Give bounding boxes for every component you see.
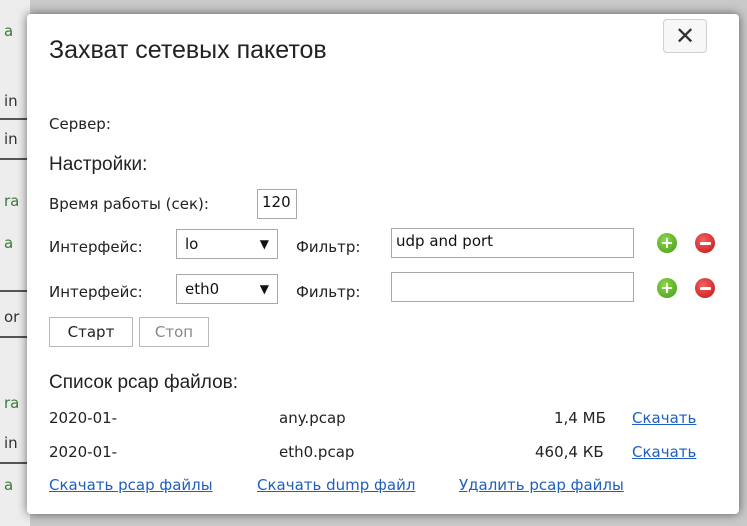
- file-name-prefix: 2020-01-: [49, 443, 118, 461]
- stop-button[interactable]: Стоп: [139, 317, 209, 347]
- interface-select[interactable]: eth0 ▼: [176, 274, 278, 304]
- filter-input[interactable]: udp and port: [391, 228, 634, 258]
- close-icon: ✕: [674, 22, 696, 50]
- interface-label: Интерфейс:: [49, 283, 143, 301]
- close-button[interactable]: ✕: [663, 19, 707, 53]
- caret-down-icon: ▼: [259, 237, 269, 251]
- runtime-label: Время работы (сек):: [49, 195, 209, 213]
- file-size: 460,4 КБ: [535, 443, 604, 461]
- download-file-link[interactable]: Скачать: [632, 409, 696, 427]
- background-divider: [0, 118, 30, 120]
- background-text: in: [4, 130, 18, 148]
- file-name-prefix: 2020-01-: [49, 409, 118, 427]
- server-label: Сервер:: [49, 115, 111, 133]
- file-name-suffix: any.pcap: [279, 409, 346, 427]
- interface-select-value: eth0: [185, 280, 220, 298]
- remove-filter-icon[interactable]: [695, 233, 715, 253]
- redacted-file-name: [137, 437, 277, 463]
- interface-select-value: lo: [185, 235, 199, 253]
- background-page-strip: a in in ra a or ra in a: [0, 0, 30, 526]
- start-button[interactable]: Старт: [49, 317, 133, 347]
- background-text: ra: [4, 192, 20, 210]
- background-divider: [0, 336, 30, 338]
- background-text: a: [4, 234, 14, 252]
- background-text: ra: [4, 394, 20, 412]
- interface-select[interactable]: lo ▼: [176, 229, 278, 259]
- server-value: [127, 110, 445, 136]
- files-heading: Список pcap файлов:: [49, 372, 239, 393]
- settings-heading: Настройки:: [49, 154, 148, 175]
- add-filter-icon[interactable]: +: [657, 278, 677, 298]
- runtime-input[interactable]: 120: [257, 189, 297, 219]
- add-filter-icon[interactable]: +: [657, 233, 677, 253]
- download-pcap-files-link[interactable]: Скачать pcap файлы: [49, 476, 213, 494]
- background-text: in: [4, 92, 18, 110]
- interface-label: Интерфейс:: [49, 238, 143, 256]
- filter-label: Фильтр:: [296, 283, 361, 301]
- delete-pcap-files-link[interactable]: Удалить pcap файлы: [459, 476, 624, 494]
- download-dump-file-link[interactable]: Скачать dump файл: [257, 476, 415, 494]
- dialog-title: Захват сетевых пакетов: [49, 36, 327, 64]
- background-divider: [0, 290, 30, 292]
- background-text: a: [4, 476, 14, 494]
- filter-input[interactable]: [391, 272, 634, 302]
- background-text: a: [4, 22, 14, 40]
- background-text: in: [4, 434, 18, 452]
- file-size: 1,4 МБ: [554, 409, 606, 427]
- file-name-suffix: eth0.pcap: [279, 443, 355, 461]
- caret-down-icon: ▼: [259, 282, 269, 296]
- packet-capture-dialog: Захват сетевых пакетов ✕ Сервер: Настрой…: [27, 14, 739, 514]
- redacted-file-name: [137, 403, 277, 429]
- download-file-link[interactable]: Скачать: [632, 443, 696, 461]
- background-text: or: [4, 308, 20, 326]
- background-divider: [0, 158, 30, 160]
- background-divider: [0, 462, 30, 464]
- filter-label: Фильтр:: [296, 238, 361, 256]
- remove-filter-icon[interactable]: [695, 278, 715, 298]
